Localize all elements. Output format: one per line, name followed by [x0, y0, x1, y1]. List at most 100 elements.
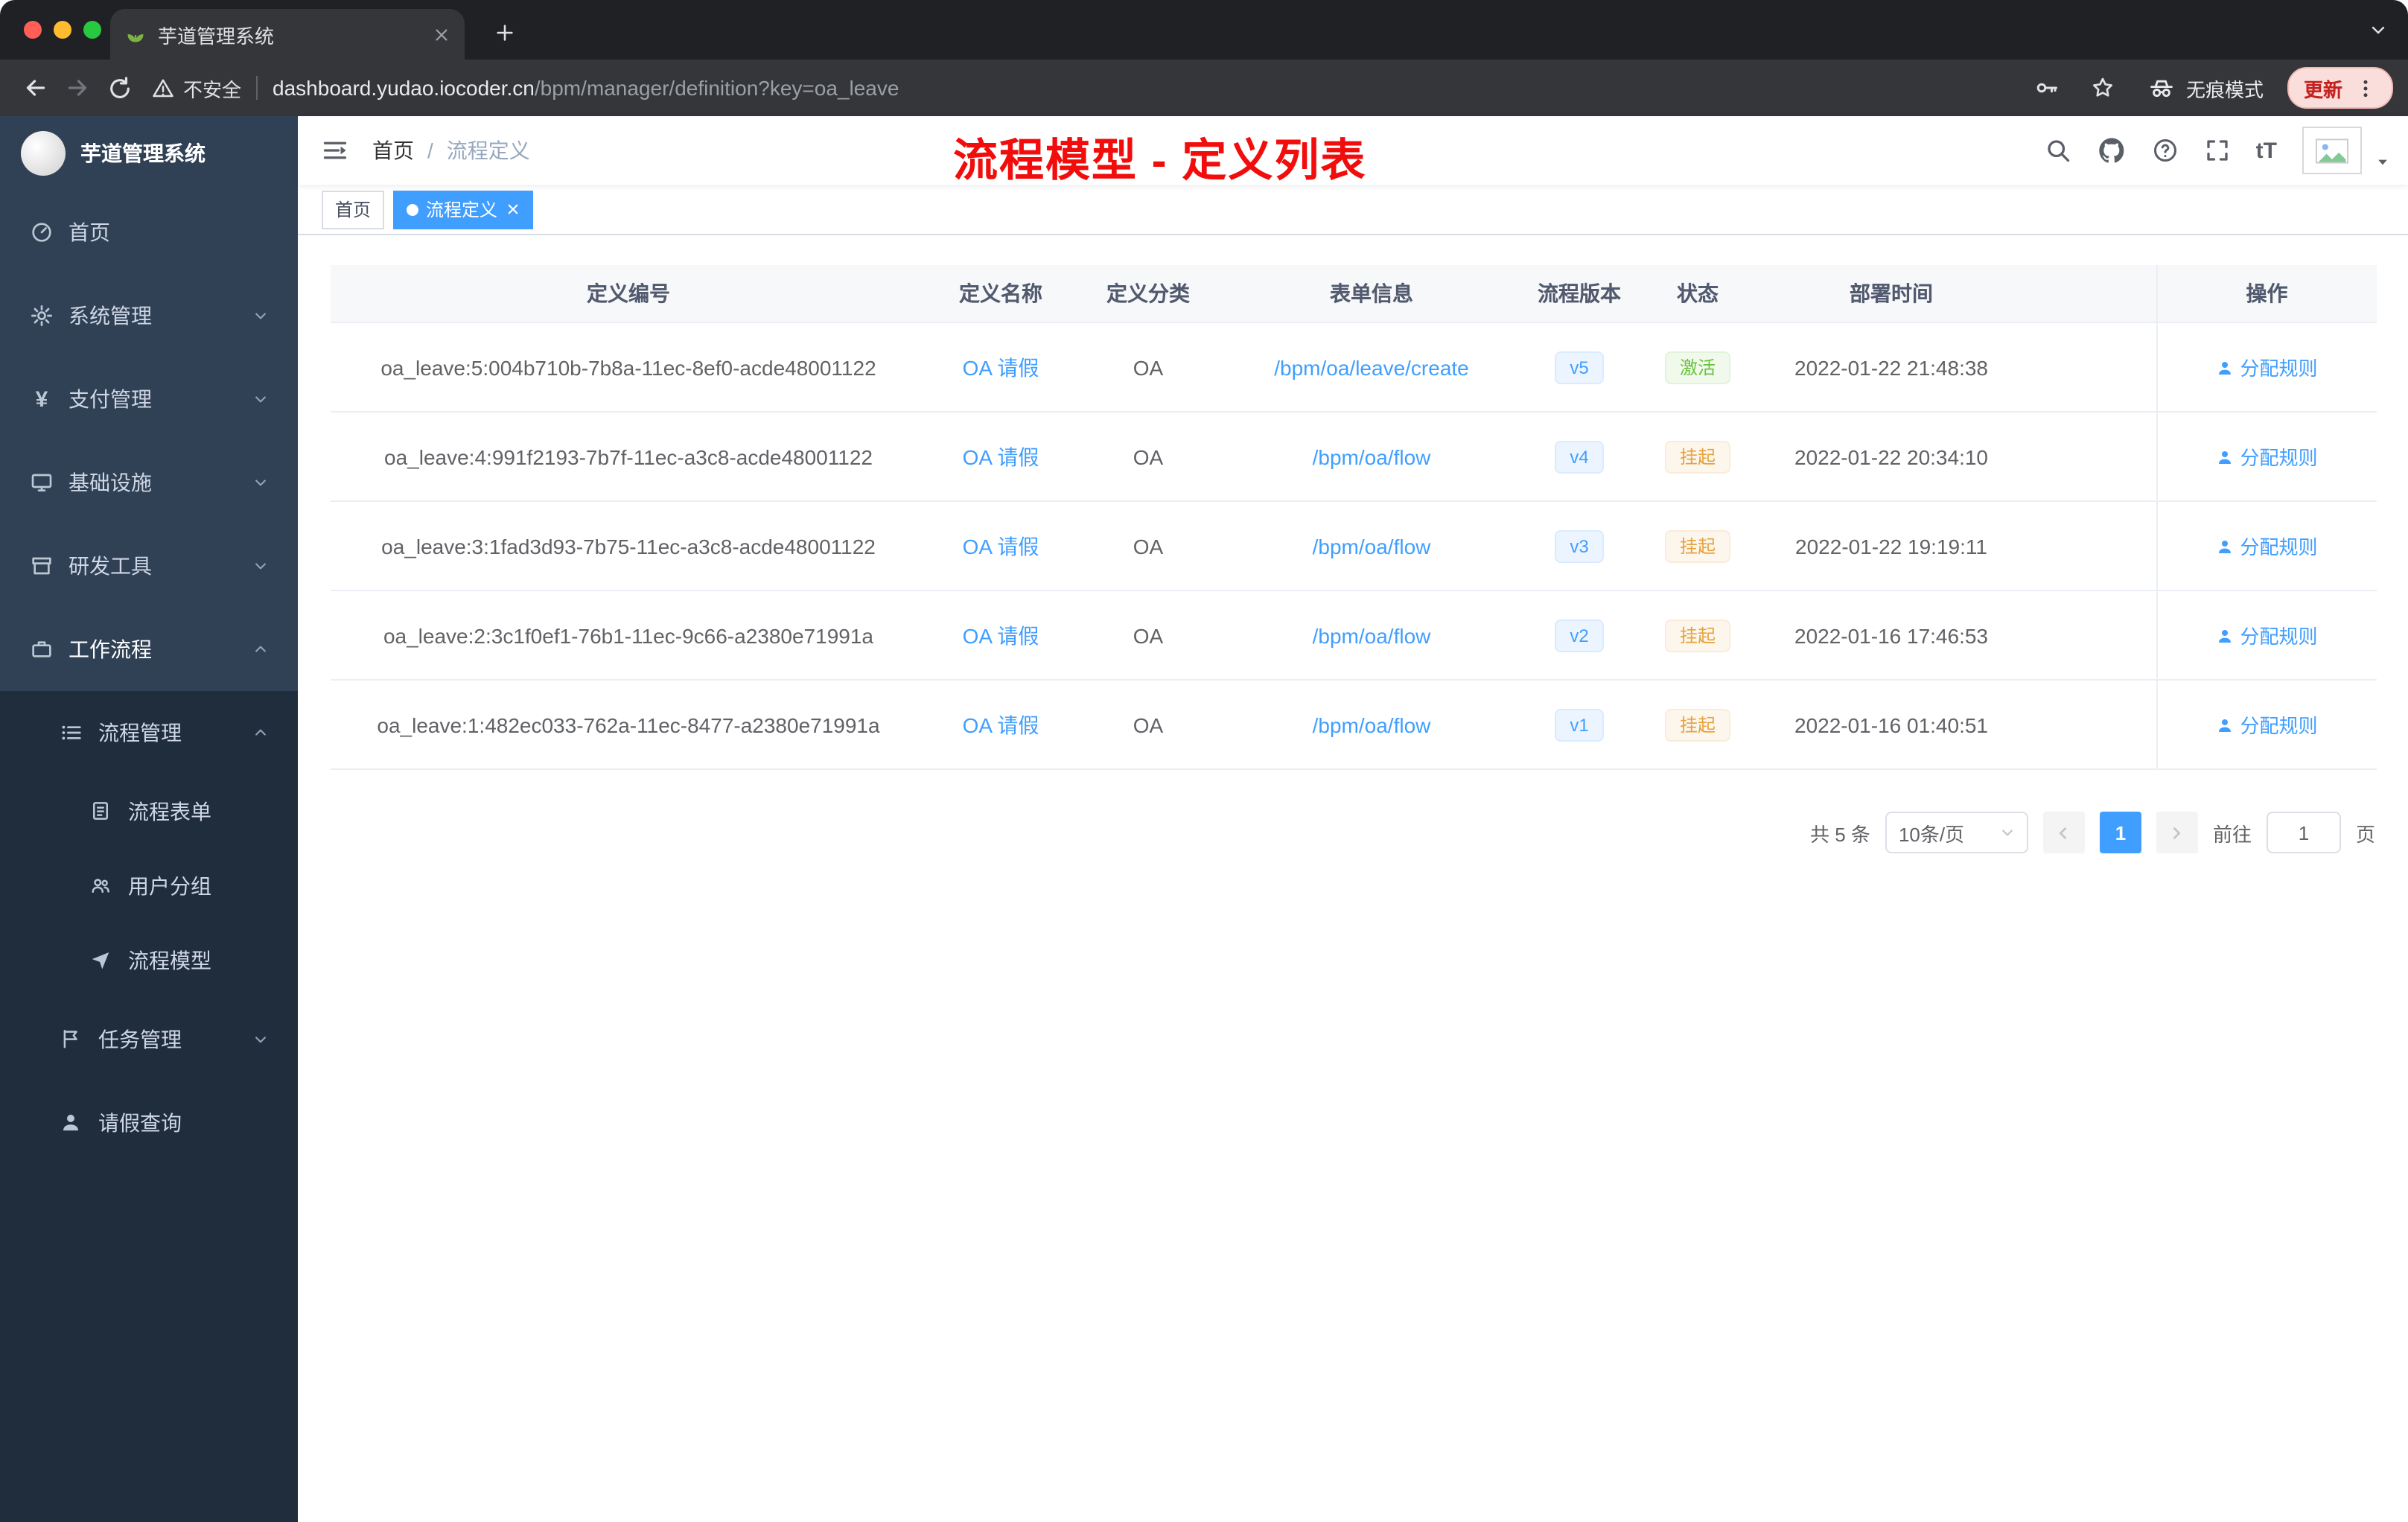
user-icon: [2219, 540, 2232, 553]
yen-icon: ¥: [35, 386, 48, 412]
sidebar-item-task-mgmt[interactable]: 任务管理: [0, 998, 298, 1081]
window-zoom-button[interactable]: [83, 21, 101, 39]
back-icon[interactable]: [15, 67, 57, 109]
sidebar-item-home[interactable]: 首页: [0, 191, 298, 274]
tab-search-chevron-icon[interactable]: [2369, 21, 2387, 39]
prev-page-button[interactable]: [2042, 812, 2085, 853]
cell-category: OA: [1075, 590, 1221, 681]
sidebar-item-system[interactable]: 系统管理: [0, 274, 298, 357]
assign-rule-link[interactable]: 分配规则: [2216, 532, 2318, 560]
active-tag-dot: [407, 203, 419, 215]
form-link[interactable]: /bpm/oa/flow: [1313, 534, 1431, 558]
assign-rule-link[interactable]: 分配规则: [2216, 621, 2318, 649]
window-minimize-button[interactable]: [54, 21, 71, 39]
toolbar-divider: [256, 76, 258, 100]
cell-gap: [2024, 590, 2156, 681]
col-actions: 操作: [2156, 265, 2377, 323]
sidebar-item-workflow[interactable]: 工作流程: [0, 608, 298, 691]
table-row: oa_leave:3:1fad3d93-7b75-11ec-a3c8-acde4…: [331, 501, 2377, 591]
send-icon: [89, 949, 113, 972]
avatar-dropdown-caret-icon[interactable]: [2375, 155, 2390, 170]
forward-icon[interactable]: [57, 67, 98, 109]
sidebar-item-process-form[interactable]: 流程表单: [0, 774, 298, 849]
cell-form-info: /bpm/oa/flow: [1221, 680, 1522, 770]
tag-home[interactable]: 首页: [322, 190, 385, 229]
briefcase-icon: [30, 637, 54, 661]
cell-status: 挂起: [1637, 412, 1759, 502]
sidebar-item-devtools[interactable]: 研发工具: [0, 524, 298, 608]
search-icon[interactable]: [2045, 137, 2071, 164]
cell-actions: 分配规则: [2156, 590, 2377, 681]
cell-definition-id: oa_leave:5:004b710b-7b8a-11ec-8ef0-acde4…: [331, 322, 926, 413]
page-content: 定义编号 定义名称 定义分类 表单信息 流程版本 状态 部署时间 操作 oa_l…: [298, 235, 2408, 853]
pagination: 共 5 条 10条/页 1 前往 页: [331, 812, 2375, 853]
window-controls: [24, 21, 101, 39]
sidebar-item-label: 任务管理: [98, 1028, 182, 1051]
version-badge: v3: [1555, 529, 1604, 562]
browser-tab-strip: 芋道管理系统: [0, 0, 2408, 60]
help-icon[interactable]: [2152, 137, 2179, 164]
current-page-button[interactable]: 1: [2099, 812, 2141, 853]
table-row: oa_leave:5:004b710b-7b8a-11ec-8ef0-acde4…: [331, 322, 2377, 413]
site-security[interactable]: 不安全: [152, 74, 241, 102]
password-key-icon[interactable]: [2025, 67, 2067, 109]
cell-category: OA: [1075, 322, 1221, 413]
form-link[interactable]: /bpm/oa/flow: [1313, 623, 1431, 647]
form-link[interactable]: /bpm/oa/flow: [1313, 713, 1431, 736]
chevron-down-icon: [253, 1032, 268, 1047]
version-badge: v4: [1555, 440, 1604, 473]
incognito-label: 无痕模式: [2185, 78, 2264, 101]
font-size-icon[interactable]: tT: [2256, 138, 2277, 163]
fullscreen-icon[interactable]: [2204, 137, 2231, 164]
tag-close-icon[interactable]: [506, 203, 520, 216]
form-link[interactable]: /bpm/oa/flow: [1313, 445, 1431, 468]
cell-definition-id: oa_leave:2:3c1f0ef1-76b1-11ec-9c66-a2380…: [331, 590, 926, 681]
browser-menu-icon[interactable]: [2354, 77, 2377, 99]
sidebar-collapse-icon[interactable]: [322, 137, 348, 164]
form-link[interactable]: /bpm/oa/leave/create: [1274, 355, 1469, 379]
cell-definition-name: OA 请假: [926, 501, 1075, 591]
col-deploy-time: 部署时间: [1759, 265, 2024, 323]
new-tab-icon[interactable]: [485, 13, 524, 52]
next-page-button[interactable]: [2156, 812, 2198, 853]
cell-definition-name: OA 请假: [926, 412, 1075, 502]
goto-page-input[interactable]: [2266, 812, 2341, 853]
user-avatar[interactable]: [2302, 127, 2362, 174]
github-icon[interactable]: [2097, 136, 2127, 165]
sidebar-item-leave-query[interactable]: 请假查询: [0, 1081, 298, 1165]
cell-status: 挂起: [1637, 590, 1759, 681]
sidebar-item-label: 流程表单: [128, 800, 211, 824]
cell-category: OA: [1075, 412, 1221, 502]
browser-tab[interactable]: 芋道管理系统: [110, 9, 465, 60]
cell-gap: [2024, 501, 2156, 591]
sidebar-item-process-mgmt[interactable]: 流程管理: [0, 691, 298, 774]
tag-process-definition[interactable]: 流程定义: [393, 190, 534, 229]
definition-name-link[interactable]: OA 请假: [963, 355, 1039, 379]
sidebar-item-payment[interactable]: ¥ 支付管理: [0, 357, 298, 441]
cell-gap: [2024, 680, 2156, 770]
definition-name-link[interactable]: OA 请假: [963, 623, 1039, 647]
reload-icon[interactable]: [98, 67, 140, 109]
assign-rule-link[interactable]: 分配规则: [2216, 353, 2318, 381]
tab-close-icon[interactable]: [433, 26, 450, 42]
address-bar[interactable]: dashboard.yudao.iocoder.cn/bpm/manager/d…: [273, 76, 2025, 100]
browser-toolbar: 不安全 dashboard.yudao.iocoder.cn/bpm/manag…: [0, 60, 2408, 116]
definition-name-link[interactable]: OA 请假: [963, 445, 1039, 468]
definition-name-link[interactable]: OA 请假: [963, 534, 1039, 558]
sidebar-item-infrastructure[interactable]: 基础设施: [0, 441, 298, 524]
browser-update-button[interactable]: 更新: [2287, 67, 2393, 109]
breadcrumb-home[interactable]: 首页: [372, 136, 414, 165]
cell-definition-name: OA 请假: [926, 322, 1075, 413]
definition-name-link[interactable]: OA 请假: [963, 713, 1039, 736]
sidebar-item-user-group[interactable]: 用户分组: [0, 849, 298, 923]
cell-status: 激活: [1637, 322, 1759, 413]
cell-status: 挂起: [1637, 680, 1759, 770]
assign-rule-link[interactable]: 分配规则: [2216, 710, 2318, 739]
assign-rule-link[interactable]: 分配规则: [2216, 442, 2318, 471]
bookmark-star-icon[interactable]: [2082, 67, 2124, 109]
table-row: oa_leave:4:991f2193-7b7f-11ec-a3c8-acde4…: [331, 412, 2377, 502]
window-close-button[interactable]: [24, 21, 42, 39]
sidebar-item-process-model[interactable]: 流程模型: [0, 923, 298, 998]
breadcrumb-current: 流程定义: [446, 138, 530, 162]
page-size-select[interactable]: 10条/页: [1885, 812, 2028, 853]
